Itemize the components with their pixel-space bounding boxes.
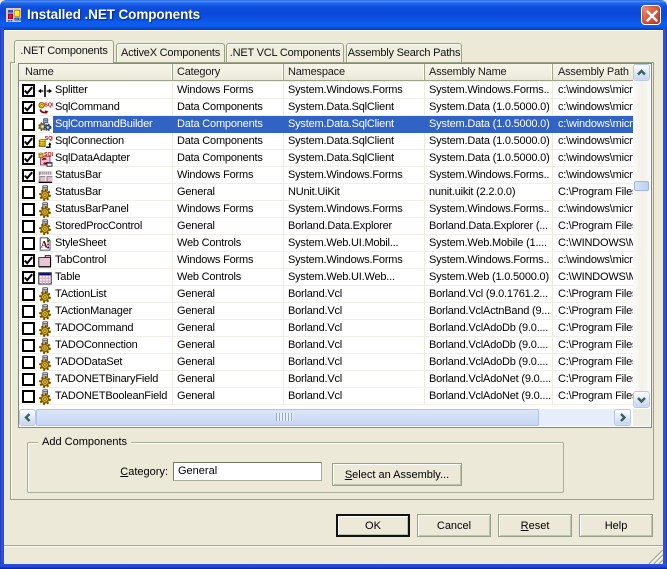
svg-text:A: A [41,240,48,250]
svg-text:SQL: SQL [44,102,53,108]
svg-text:SQL: SQL [44,152,53,158]
svg-text:SQL: SQL [45,136,53,142]
